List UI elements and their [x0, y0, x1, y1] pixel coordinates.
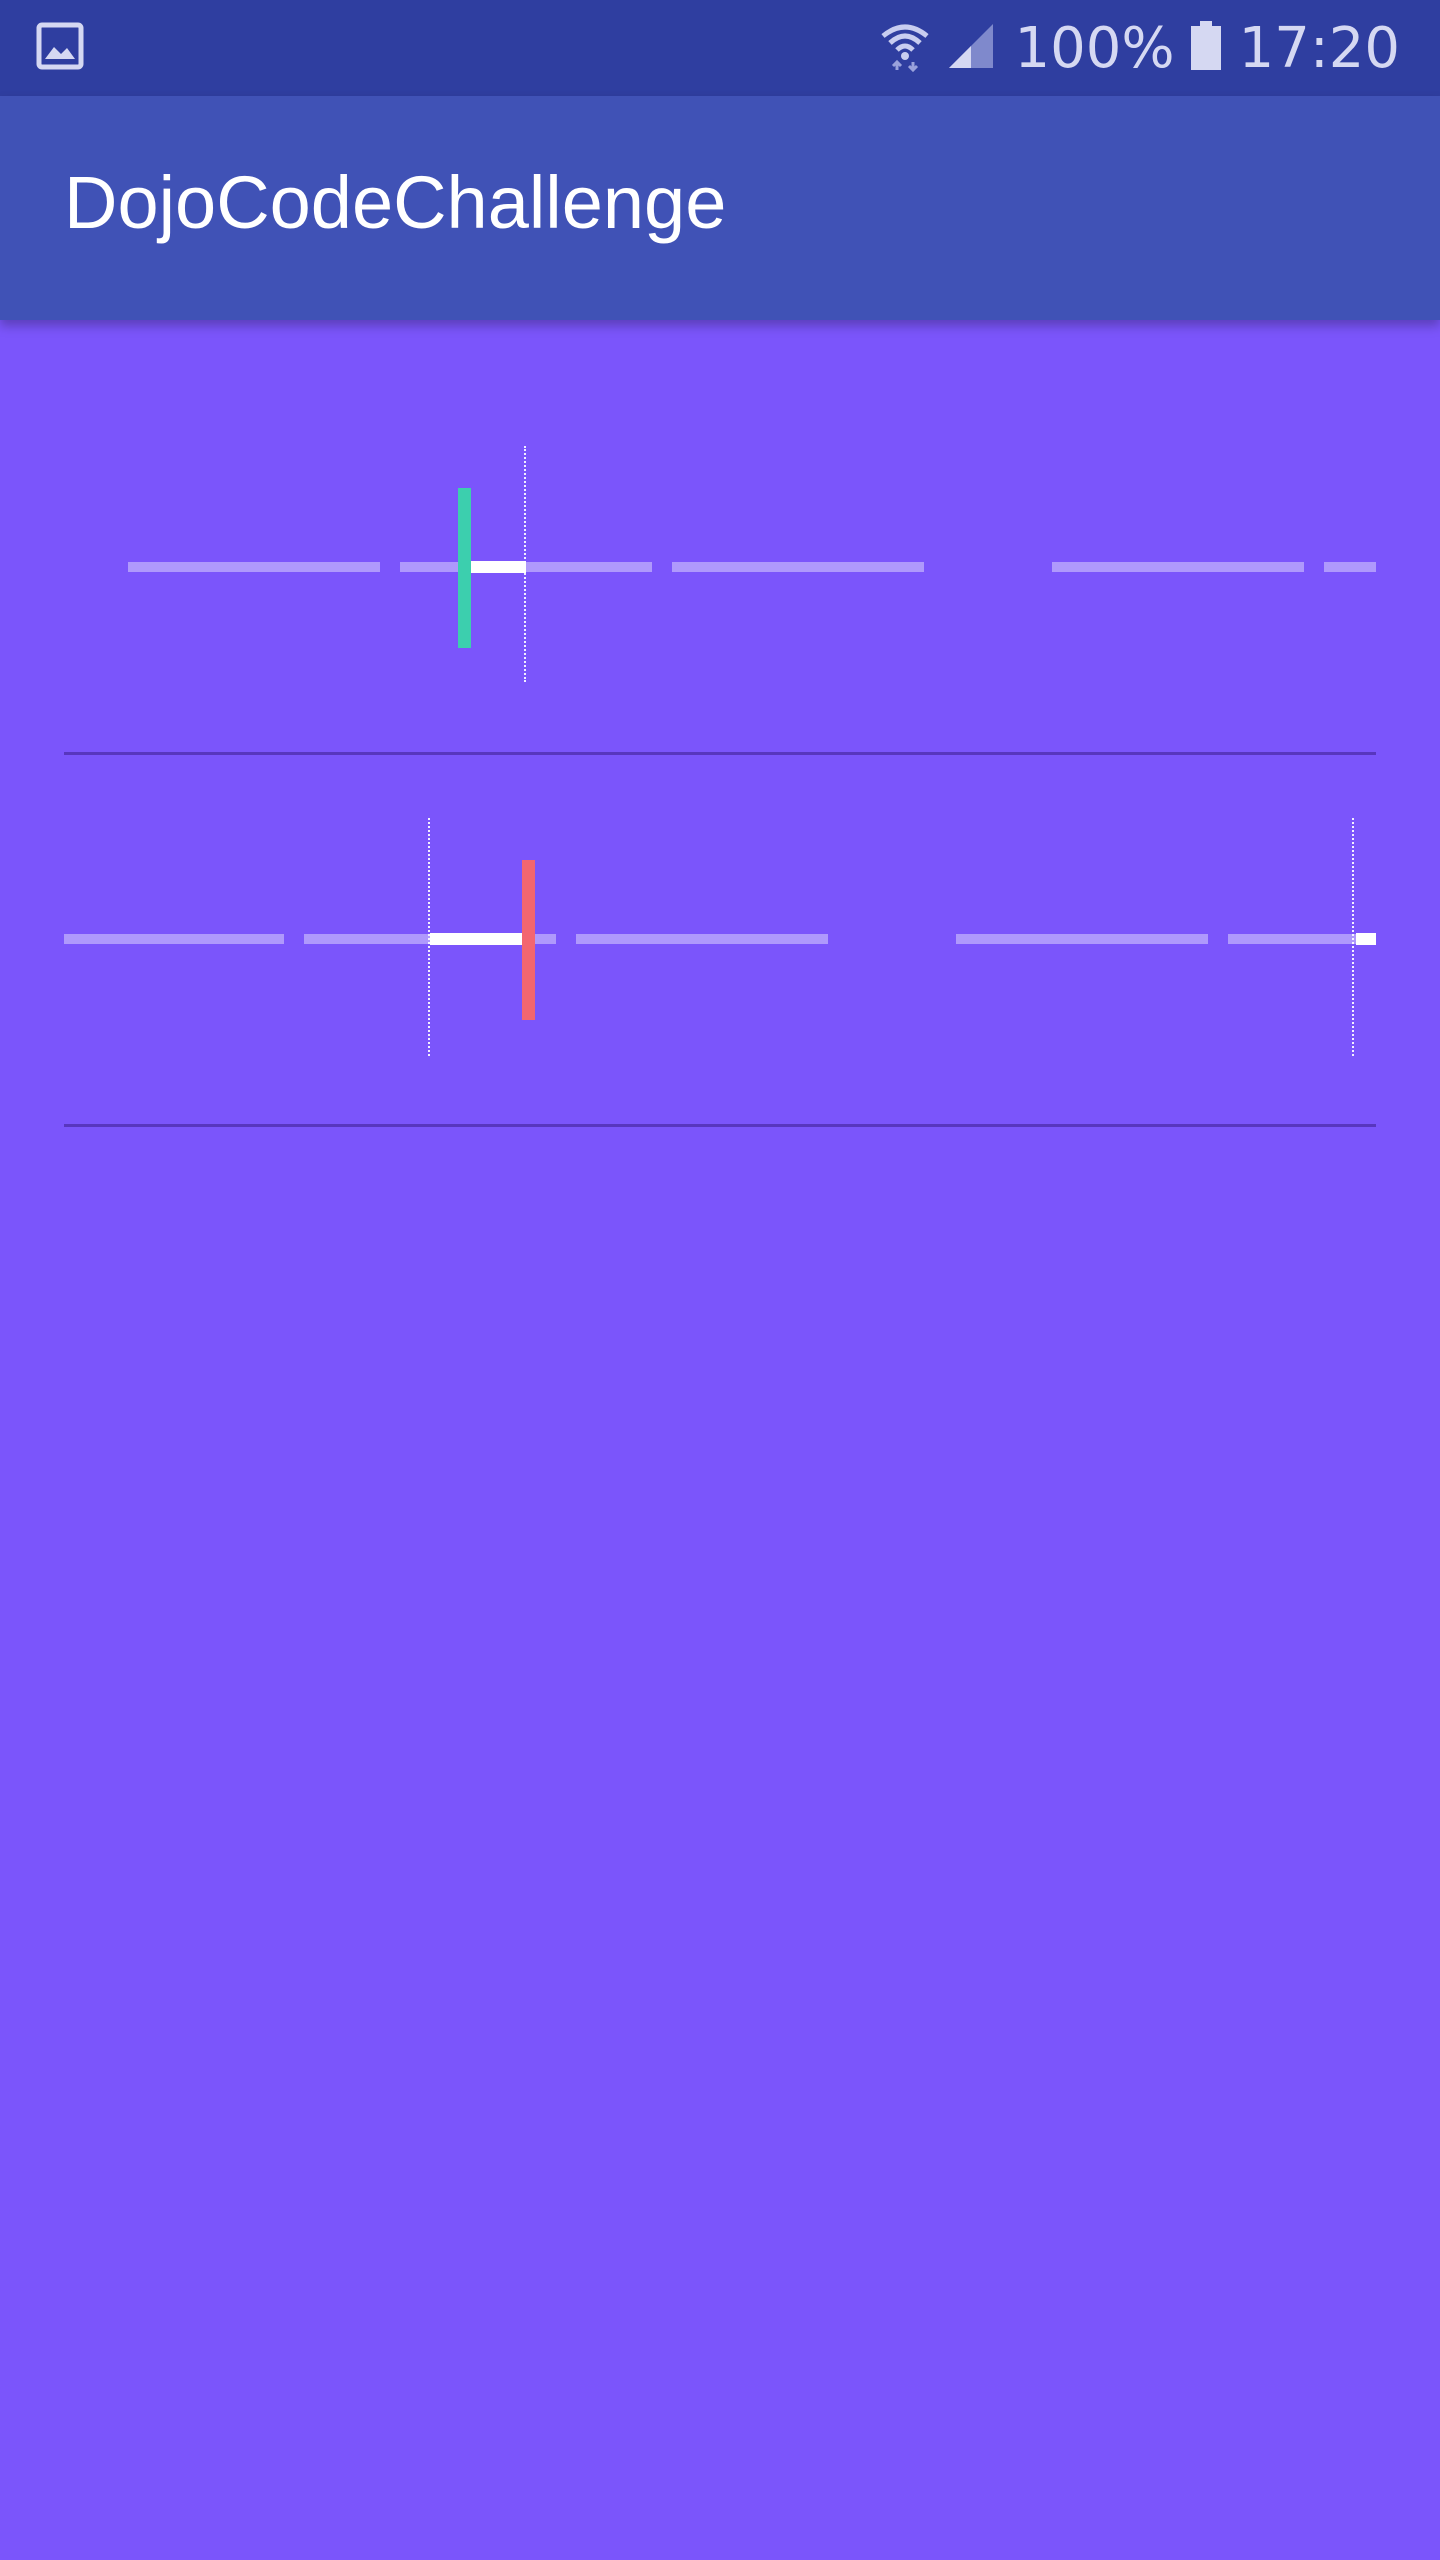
- status-indicators: 100% 17:20: [879, 0, 1400, 96]
- clock: 17:20: [1238, 15, 1400, 81]
- timeline-segment: [128, 562, 380, 572]
- timeline-marker[interactable]: [524, 446, 526, 682]
- timeline-segment: [400, 562, 652, 572]
- timeline-segment: [956, 934, 1208, 944]
- timeline-cursor-teal[interactable]: [458, 488, 471, 648]
- timeline-row-1[interactable]: [0, 320, 1440, 750]
- timeline-marker[interactable]: [1352, 818, 1354, 1056]
- timeline-active-range-end: [1356, 933, 1376, 945]
- app-bar: DojoCodeChallenge: [0, 96, 1440, 320]
- timeline-marker[interactable]: [428, 818, 430, 1056]
- wifi-icon: [879, 20, 931, 76]
- timeline-row-2[interactable]: [0, 756, 1440, 1126]
- divider: [64, 752, 1376, 755]
- timeline-segment: [1052, 562, 1304, 572]
- timeline-segment: [1324, 562, 1376, 572]
- status-bar: 100% 17:20: [0, 0, 1440, 96]
- timeline-segment: [576, 934, 828, 944]
- timeline-cursor-red[interactable]: [522, 860, 535, 1020]
- timeline-active-range: [470, 561, 526, 573]
- cell-signal-icon: [945, 20, 997, 76]
- battery-icon: [1189, 20, 1223, 76]
- timeline-segment: [672, 562, 924, 572]
- timeline-active-range: [430, 933, 524, 945]
- main-content: [0, 320, 1440, 2560]
- divider: [64, 1124, 1376, 1127]
- timeline-segment: [64, 934, 284, 944]
- battery-percent: 100%: [1014, 15, 1175, 81]
- image-icon: [36, 22, 84, 70]
- app-title: DojoCodeChallenge: [64, 161, 727, 244]
